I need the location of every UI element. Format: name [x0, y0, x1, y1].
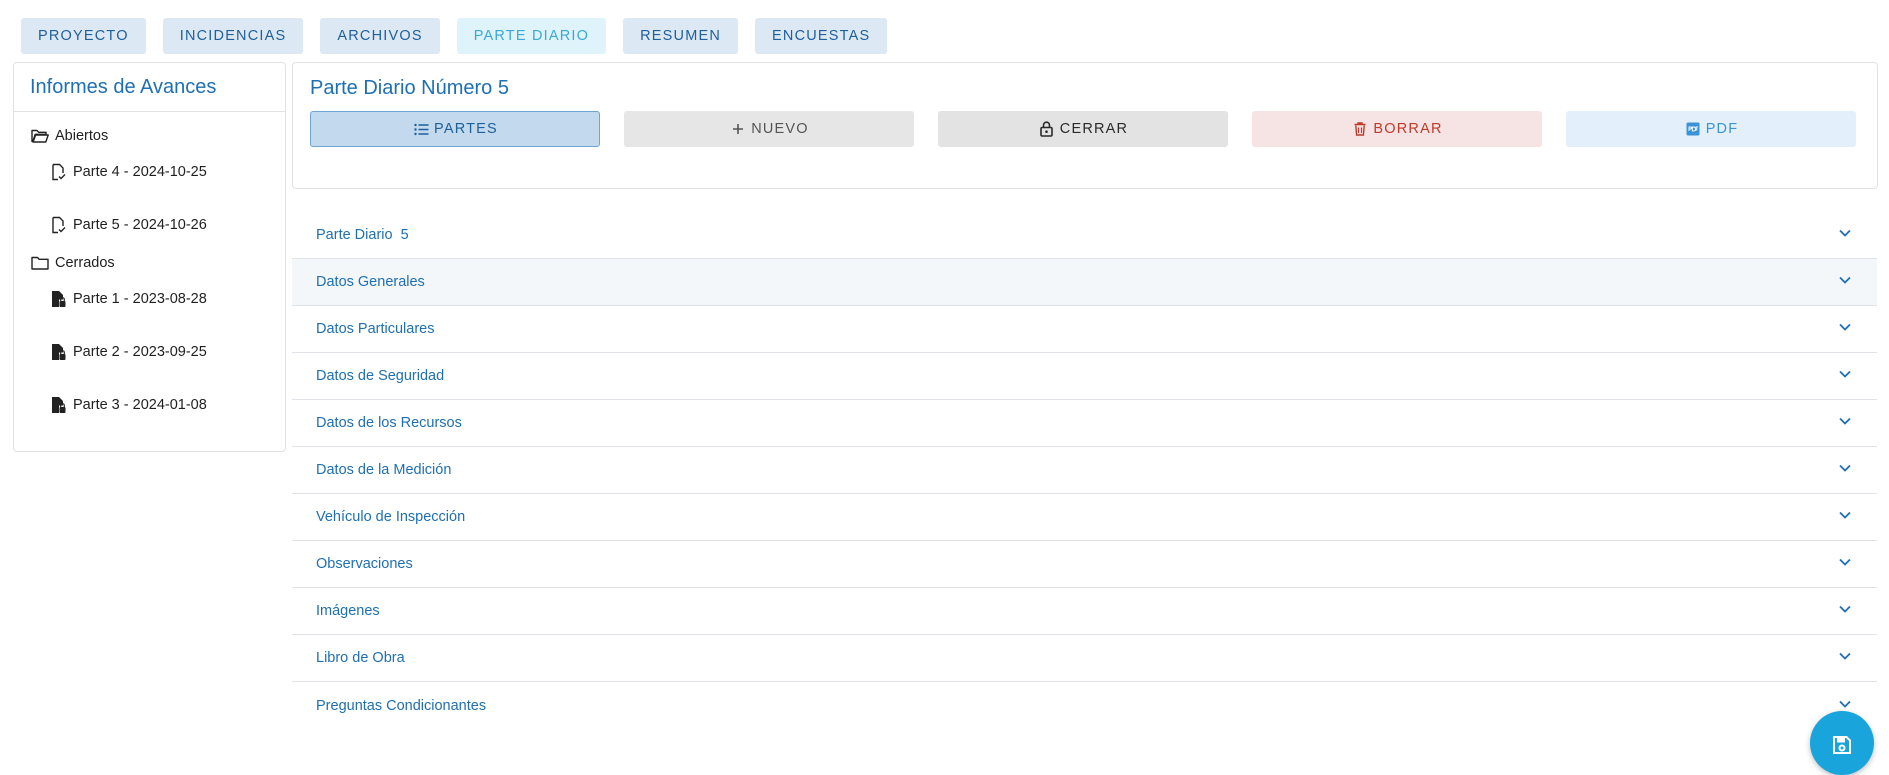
list-item-label: Parte 3 - 2024-01-08 — [73, 397, 207, 413]
chevron-down-icon — [1837, 648, 1853, 668]
section-datos-medicion[interactable]: Datos de la Medición — [292, 447, 1877, 494]
pdf-button[interactable]: PDF — [1566, 111, 1856, 147]
file-lock-icon — [49, 343, 67, 361]
list-item-label: Parte 5 - 2024-10-26 — [73, 217, 207, 233]
section-imagenes[interactable]: Imágenes — [292, 588, 1877, 635]
chevron-down-icon — [1837, 319, 1853, 339]
lock-icon — [1038, 120, 1056, 138]
borrar-button[interactable]: BORRAR — [1252, 111, 1542, 147]
chevron-down-icon — [1837, 554, 1853, 574]
cerrar-button[interactable]: CERRAR — [938, 111, 1228, 147]
chevron-down-icon — [1837, 507, 1853, 527]
section-label: Libro de Obra — [316, 650, 405, 666]
section-label: Observaciones — [316, 556, 413, 572]
section-label: Parte Diario 5 — [316, 227, 409, 243]
section-datos-particulares[interactable]: Datos Particulares — [292, 306, 1877, 353]
section-label: Datos de la Medición — [316, 462, 452, 478]
partes-button[interactable]: PARTES — [310, 111, 600, 147]
list-item-parte-3[interactable]: Parte 3 - 2024-01-08 — [49, 396, 207, 414]
chevron-down-icon — [1837, 272, 1853, 292]
section-datos-seguridad[interactable]: Datos de Seguridad — [292, 353, 1877, 400]
chevron-down-icon — [1837, 601, 1853, 621]
chevron-down-icon — [1837, 413, 1853, 433]
chevron-down-icon — [1837, 366, 1853, 386]
section-libro-obra[interactable]: Libro de Obra — [292, 635, 1877, 682]
section-label: Imágenes — [316, 603, 380, 619]
chevron-down-icon — [1837, 225, 1853, 245]
list-icon — [412, 120, 430, 138]
tab-incidencias[interactable]: INCIDENCIAS — [162, 18, 304, 54]
parte-header-card: Parte Diario Número 5 PARTES NUEVO CERRA… — [292, 62, 1878, 189]
main-tabs: PROYECTO INCIDENCIAS ARCHIVOS PARTE DIAR… — [21, 18, 888, 54]
pdf-file-icon — [1684, 120, 1702, 138]
section-parte-diario[interactable]: Parte Diario 5 — [292, 212, 1877, 259]
list-item-label: Parte 4 - 2024-10-25 — [73, 164, 207, 180]
plus-icon — [729, 120, 747, 138]
tab-resumen[interactable]: RESUMEN — [623, 18, 739, 54]
list-item-parte-1[interactable]: Parte 1 - 2023-08-28 — [49, 290, 207, 308]
list-item-parte-4[interactable]: Parte 4 - 2024-10-25 — [49, 163, 207, 181]
section-label: Preguntas Condicionantes — [316, 697, 487, 714]
file-lock-icon — [49, 290, 67, 308]
folder-abiertos[interactable]: Abiertos — [31, 127, 108, 145]
cerrar-label: CERRAR — [1059, 121, 1129, 137]
tab-encuestas[interactable]: ENCUESTAS — [755, 18, 888, 54]
folder-label: Cerrados — [55, 255, 115, 271]
trash-icon — [1351, 120, 1369, 138]
action-bar: PARTES NUEVO CERRAR BORRAR PDF — [310, 111, 1856, 147]
nuevo-button[interactable]: NUEVO — [624, 111, 914, 147]
section-observaciones[interactable]: Observaciones — [292, 541, 1877, 588]
list-item-label: Parte 1 - 2023-08-28 — [73, 291, 207, 307]
file-lock-icon — [49, 396, 67, 414]
sections-accordion: Parte Diario 5 Datos Generales Datos Par… — [292, 212, 1877, 729]
list-item-label: Parte 2 - 2023-09-25 — [73, 344, 207, 360]
partes-label: PARTES — [434, 121, 498, 137]
section-label: Datos Generales — [316, 274, 425, 290]
tab-proyecto[interactable]: PROYECTO — [21, 18, 146, 54]
folder-label: Abiertos — [55, 128, 109, 144]
section-vehiculo-inspeccion[interactable]: Vehículo de Inspección — [292, 494, 1877, 541]
save-icon — [1832, 735, 1852, 760]
page-title: Parte Diario Número 5 — [310, 77, 509, 99]
section-label: Datos de los Recursos — [316, 415, 462, 431]
borrar-label: BORRAR — [1373, 121, 1443, 137]
list-item-parte-5[interactable]: Parte 5 - 2024-10-26 — [49, 216, 207, 234]
file-check-icon — [49, 163, 67, 181]
section-preguntas-condicionantes[interactable]: Preguntas Condicionantes — [292, 682, 1877, 729]
folder-cerrados[interactable]: Cerrados — [31, 254, 115, 272]
tab-archivos[interactable]: ARCHIVOS — [320, 18, 440, 54]
folder-open-icon — [31, 127, 49, 145]
section-datos-recursos[interactable]: Datos de los Recursos — [292, 400, 1877, 447]
sidebar-title: Informes de Avances — [14, 63, 285, 112]
chevron-down-icon — [1837, 460, 1853, 480]
save-fab-button[interactable] — [1810, 711, 1874, 775]
tab-parte-diario[interactable]: PARTE DIARIO — [456, 18, 607, 54]
section-datos-generales[interactable]: Datos Generales — [292, 259, 1877, 306]
section-label: Datos de Seguridad — [316, 368, 445, 384]
file-check-icon — [49, 216, 67, 234]
list-item-parte-2[interactable]: Parte 2 - 2023-09-25 — [49, 343, 207, 361]
section-label: Vehículo de Inspección — [316, 509, 466, 525]
pdf-label: PDF — [1705, 121, 1739, 137]
nuevo-label: NUEVO — [751, 121, 809, 137]
folder-icon — [31, 254, 49, 272]
section-label: Datos Particulares — [316, 321, 435, 337]
sidebar-reports: Informes de Avances Abiertos Parte 4 - 2… — [13, 62, 286, 452]
